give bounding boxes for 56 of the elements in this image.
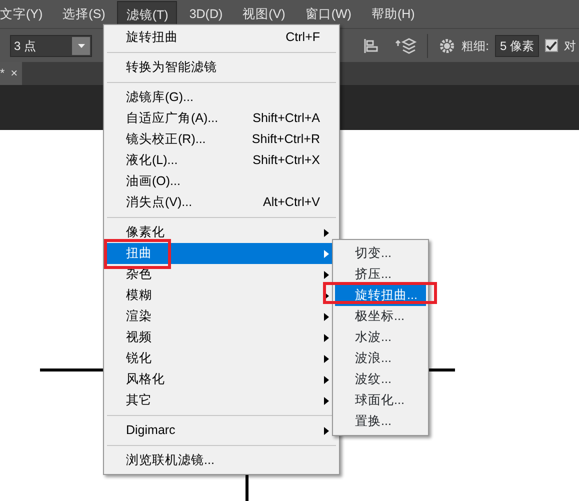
menu-item[interactable]: Digimarc: [105, 420, 338, 441]
settings-icon[interactable]: [438, 36, 456, 54]
submenu-arrow-icon: [324, 355, 329, 363]
close-button[interactable]: ×: [10, 62, 18, 85]
menu-item[interactable]: 镜头校正(R)... Shift+Ctrl+R: [105, 129, 338, 150]
menu-item[interactable]: 视图(V): [234, 1, 294, 27]
menu-item[interactable]: 切变...: [335, 243, 426, 264]
menu-item[interactable]: 视频: [105, 327, 338, 348]
menu-item[interactable]: 挤压...: [335, 264, 426, 285]
menu-item[interactable]: 3D(D): [181, 1, 231, 27]
menu-item[interactable]: 油画(O)...: [105, 171, 338, 192]
menu-item[interactable]: 其它: [105, 390, 338, 411]
menu-item[interactable]: 自适应广角(A)... Shift+Ctrl+A: [105, 108, 338, 129]
align-checkbox[interactable]: [545, 39, 558, 52]
menu-item[interactable]: 旋转扭曲 Ctrl+F: [105, 27, 338, 48]
submenu-arrow-icon: [324, 271, 329, 279]
shortcut-label: Shift+Ctrl+A: [252, 110, 320, 127]
menu-item[interactable]: 水波...: [335, 327, 426, 348]
menu-item[interactable]: 渲染: [105, 306, 338, 327]
menu-item[interactable]: 像素化: [105, 222, 338, 243]
menu-item[interactable]: 极坐标...: [335, 306, 426, 327]
modified-mark: *: [0, 65, 5, 82]
layers-icon[interactable]: [394, 36, 417, 54]
menu-item[interactable]: 置换...: [335, 411, 426, 432]
menu-item[interactable]: 杂色: [105, 264, 338, 285]
menu-item[interactable]: 锐化: [105, 348, 338, 369]
submenu-arrow-icon: [324, 313, 329, 321]
menu-item[interactable]: 波浪...: [335, 348, 426, 369]
menu-item[interactable]: 转换为智能滤镜: [105, 57, 338, 78]
shortcut-label: Alt+Ctrl+V: [263, 194, 320, 211]
submenu-arrow-icon: [324, 427, 329, 435]
submenu-arrow-icon: [324, 229, 329, 237]
menu-item[interactable]: 波纹...: [335, 369, 426, 390]
align-label: 对: [564, 38, 576, 54]
menu-item[interactable]: 帮助(H): [363, 1, 423, 27]
size-select[interactable]: 3 点: [10, 34, 92, 56]
submenu-arrow-icon: [324, 334, 329, 342]
align-icon[interactable]: [362, 38, 379, 54]
weight-label: 粗细:: [462, 38, 489, 54]
caret-icon: [78, 44, 84, 48]
shortcut-label: Shift+Ctrl+X: [252, 152, 320, 169]
menu-item[interactable]: 液化(L)... Shift+Ctrl+X: [105, 150, 338, 171]
menu-item[interactable]: 窗口(W): [297, 1, 360, 27]
shortcut-label: Shift+Ctrl+R: [252, 131, 320, 148]
submenu-arrow-icon: [324, 376, 329, 384]
shortcut-label: Ctrl+F: [286, 29, 320, 46]
menu-item[interactable]: 文字(Y): [0, 1, 51, 27]
menu-item[interactable]: 浏览联机滤镜...: [105, 450, 338, 471]
menu-item[interactable]: 风格化: [105, 369, 338, 390]
menu-item[interactable]: 滤镜库(G)...: [105, 87, 338, 108]
menu-item[interactable]: 球面化...: [335, 390, 426, 411]
submenu-arrow-icon: [324, 250, 329, 258]
menu-item[interactable]: 选择(S): [54, 1, 114, 27]
submenu-arrow-icon: [324, 397, 329, 405]
menu-item[interactable]: 消失点(V)... Alt+Ctrl+V: [105, 192, 338, 213]
weight-field[interactable]: 5 像素: [494, 34, 539, 56]
